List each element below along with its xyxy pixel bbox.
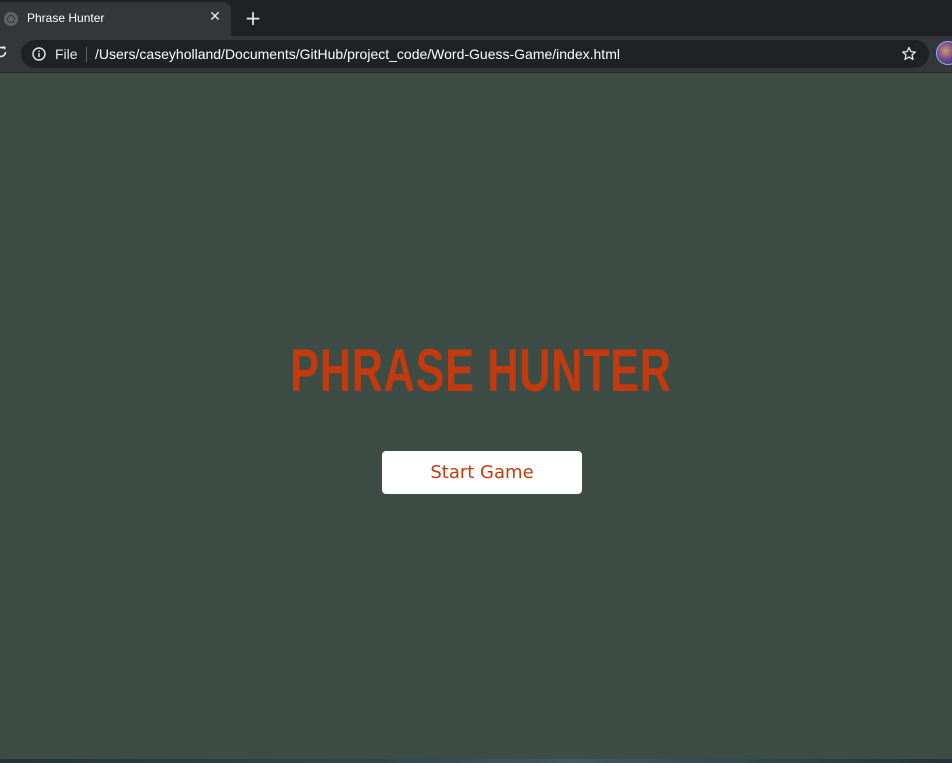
- info-icon[interactable]: [32, 47, 46, 61]
- browser-window: Phrase Hunter ✕ + File /Users/caseyholla…: [0, 0, 952, 763]
- browser-toolbar: File /Users/caseyholland/Documents/GitHu…: [0, 36, 952, 73]
- address-divider: [86, 47, 87, 62]
- reload-icon[interactable]: [0, 45, 8, 59]
- scheme-label: File: [55, 46, 78, 62]
- new-tab-button[interactable]: +: [242, 7, 264, 29]
- start-game-button[interactable]: Start Game: [382, 451, 582, 494]
- desktop-edge: [0, 759, 952, 763]
- globe-icon: [4, 12, 18, 26]
- game-title: PHRASE HUNTER: [290, 337, 672, 404]
- tab-title: Phrase Hunter: [27, 11, 105, 25]
- tab-strip: Phrase Hunter ✕ +: [0, 0, 952, 36]
- profile-avatar[interactable]: [936, 41, 952, 65]
- bookmark-star-icon[interactable]: [901, 46, 917, 62]
- url-text[interactable]: /Users/caseyholland/Documents/GitHub/pro…: [95, 46, 620, 62]
- address-bar[interactable]: File /Users/caseyholland/Documents/GitHu…: [21, 40, 929, 68]
- page-content: PHRASE HUNTER Start Game: [0, 73, 952, 759]
- tab-phrase-hunter[interactable]: Phrase Hunter ✕: [0, 2, 231, 36]
- close-icon[interactable]: ✕: [206, 8, 224, 26]
